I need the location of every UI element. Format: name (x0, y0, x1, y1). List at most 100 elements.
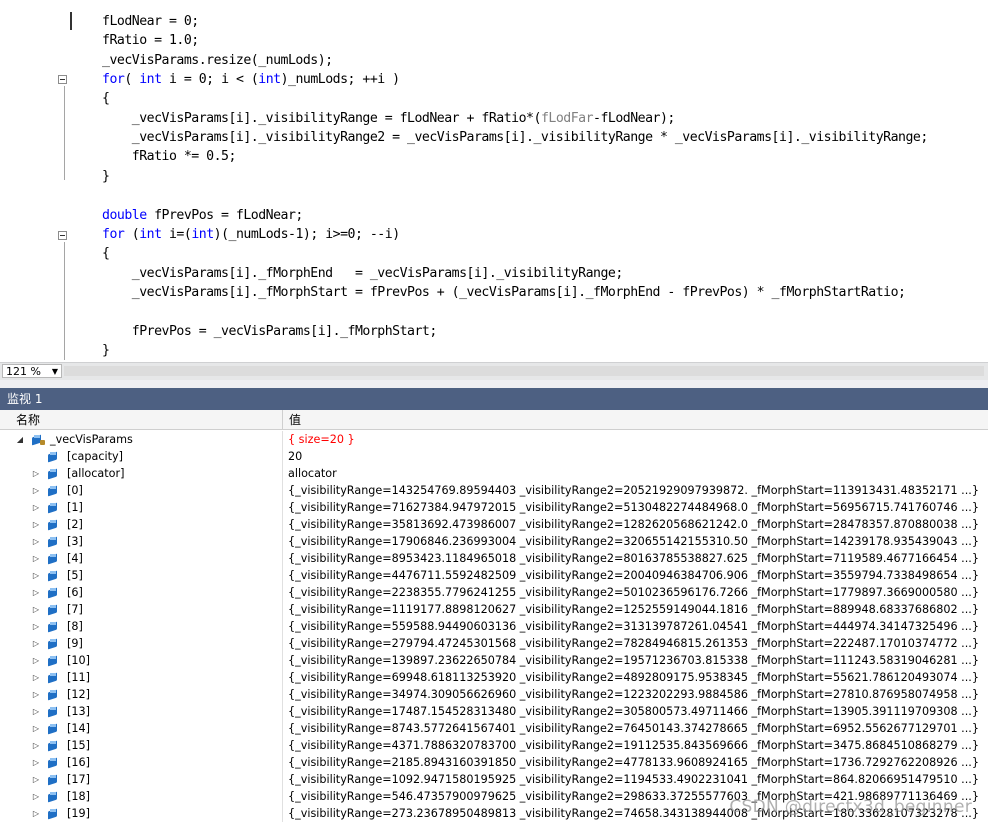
watch-row-element[interactable]: ▷ [0] {_visibilityRange=143254769.89594403… (0, 482, 988, 499)
expand-triangle-icon[interactable]: ▷ (31, 805, 41, 822)
variable-value[interactable]: {_visibilityRange=35813692.473986007 _vi… (288, 516, 988, 533)
expand-triangle-icon[interactable]: ▷ (31, 499, 41, 516)
watch-row-element[interactable]: ▷ [10] {_visibilityRange=139897.2362265078… (0, 652, 988, 669)
code-line[interactable]: for( int i = 0; i < (int)_numLods; ++i ) (102, 70, 400, 89)
code-editor[interactable]: fLodNear = 0; fRatio = 1.0; _vecVisParams.… (0, 0, 988, 362)
collapse-toggle-icon[interactable] (58, 231, 67, 240)
code-line[interactable]: { (102, 89, 110, 108)
watch-row-element[interactable]: ▷ [11] {_visibilityRange=69948.61811325392… (0, 669, 988, 686)
watch-row-element[interactable]: ▷ [13] {_visibilityRange=17487.15452831348… (0, 703, 988, 720)
name-cell: ▷ [11] (0, 669, 283, 686)
watch-row-element[interactable]: ▷ [16] {_visibilityRange=2185.894316039185… (0, 754, 988, 771)
code-line[interactable]: fPrevPos = _vecVisParams[i]._fMorphStart… (102, 322, 438, 341)
expand-triangle-icon[interactable]: ▷ (31, 686, 41, 703)
expand-triangle-icon[interactable]: ▷ (31, 771, 41, 788)
code-line[interactable]: } (102, 341, 110, 360)
variable-value[interactable]: {_visibilityRange=8953423.1184965018 _vi… (288, 550, 988, 567)
variable-value[interactable]: {_visibilityRange=17906846.236993004 _vi… (288, 533, 988, 550)
watch-row-element[interactable]: ▷ [18] {_visibilityRange=546.4735790097962… (0, 788, 988, 805)
column-header-value[interactable]: 值 (283, 410, 988, 430)
expand-triangle-icon[interactable]: ▷ (31, 720, 41, 737)
watch-row-element[interactable]: ▷ [8] {_visibilityRange=559588.94490603136… (0, 618, 988, 635)
watch-row-element[interactable]: ▷ [17] {_visibilityRange=1092.947158019592… (0, 771, 988, 788)
code-line[interactable]: _vecVisParams[i]._visibilityRange = fLod… (102, 109, 676, 128)
variable-value[interactable]: {_visibilityRange=2238355.7796241255 _vi… (288, 584, 988, 601)
expand-triangle-icon[interactable]: ▷ (31, 550, 41, 567)
variable-value[interactable]: {_visibilityRange=8743.5772641567401 _vi… (288, 720, 988, 737)
name-cell: ▷ [15] (0, 737, 283, 754)
variable-value[interactable]: {_visibilityRange=4371.7886320783700 _vi… (288, 737, 988, 754)
expand-triangle-icon[interactable]: ▷ (31, 737, 41, 754)
watch-row-element[interactable]: ▷ [1] {_visibilityRange=71627384.947972015… (0, 499, 988, 516)
code-text: { (102, 246, 110, 262)
expand-triangle-icon[interactable]: ▷ (31, 635, 41, 652)
collapse-toggle-icon[interactable] (58, 75, 67, 84)
variable-value[interactable]: {_visibilityRange=559588.94490603136 _vi… (288, 618, 988, 635)
expand-triangle-icon[interactable]: ▷ (31, 516, 41, 533)
watch-row-root[interactable]: ◢ _vecVisParams { size=20 } (0, 431, 988, 448)
expand-triangle-icon[interactable]: ▷ (31, 601, 41, 618)
panel-splitter[interactable] (0, 380, 988, 388)
variable-value[interactable]: {_visibilityRange=34974.309056626960 _vi… (288, 686, 988, 703)
watch-row-element[interactable]: ▷ [12] {_visibilityRange=34974.30905662696… (0, 686, 988, 703)
watch-row-element[interactable]: ▷ [5] {_visibilityRange=4476711.5592482509… (0, 567, 988, 584)
code-line[interactable]: _vecVisParams[i]._visibilityRange2 = _ve… (102, 128, 929, 147)
code-keyword: double (102, 207, 147, 223)
watch-row-element[interactable]: ▷ [15] {_visibilityRange=4371.788632078370… (0, 737, 988, 754)
expand-triangle-icon[interactable]: ▷ (31, 788, 41, 805)
code-line[interactable]: { (102, 244, 110, 263)
expand-triangle-icon[interactable]: ▷ (31, 754, 41, 771)
watch-row-element[interactable]: ▷ [3] {_visibilityRange=17906846.236993004… (0, 533, 988, 550)
expand-triangle-icon[interactable]: ▷ (31, 584, 41, 601)
code-line[interactable]: _vecVisParams[i]._fMorphStart = fPrevPos… (102, 283, 906, 302)
watch-window-title[interactable]: 监视 1 (0, 388, 988, 410)
code-line[interactable]: } (102, 167, 110, 186)
watch-row-element[interactable]: ▷ [19] {_visibilityRange=273.2367895048981… (0, 805, 988, 822)
variable-value[interactable]: {_visibilityRange=1092.9471580195925 _vi… (288, 771, 988, 788)
variable-value[interactable]: {_visibilityRange=273.23678950489813 _vi… (288, 805, 988, 822)
watch-row-element[interactable]: ▷ [6] {_visibilityRange=2238355.7796241255… (0, 584, 988, 601)
variable-name: [allocator] (67, 467, 125, 480)
variable-value[interactable]: {_visibilityRange=1119177.8898120627 _vi… (288, 601, 988, 618)
variable-value[interactable]: {_visibilityRange=143254769.89594403 _vi… (288, 482, 988, 499)
code-line[interactable]: double fPrevPos = fLodNear; (102, 206, 303, 225)
watch-row-allocator[interactable]: ▷ [allocator] allocator (0, 465, 988, 482)
variable-value[interactable]: allocator (288, 465, 988, 482)
horizontal-scrollbar[interactable] (64, 366, 984, 376)
watch-row-element[interactable]: ▷ [2] {_visibilityRange=35813692.473986007… (0, 516, 988, 533)
expand-triangle-icon[interactable]: ▷ (31, 669, 41, 686)
watch-row-element[interactable]: ▷ [7] {_visibilityRange=1119177.8898120627… (0, 601, 988, 618)
expand-triangle-icon[interactable]: ▷ (31, 652, 41, 669)
code-line[interactable]: for (int i=(int)(_numLods-1); i>=0; --i) (102, 225, 400, 244)
variable-value[interactable]: {_visibilityRange=279794.47245301568 _vi… (288, 635, 988, 652)
variable-value[interactable]: {_visibilityRange=139897.23622650784 _vi… (288, 652, 988, 669)
variable-value[interactable]: {_visibilityRange=2185.8943160391850 _vi… (288, 754, 988, 771)
code-line[interactable]: fRatio = 1.0; (102, 31, 199, 50)
code-text: fPrevPos = _vecVisParams[i]._fMorphStart… (102, 323, 438, 339)
variable-value[interactable]: {_visibilityRange=71627384.947972015 _vi… (288, 499, 988, 516)
expand-triangle-icon[interactable]: ▷ (31, 533, 41, 550)
code-line[interactable]: fRatio *= 0.5; (102, 147, 237, 166)
expand-triangle-icon[interactable]: ▷ (31, 618, 41, 635)
variable-value[interactable]: { size=20 } (288, 431, 988, 448)
code-line[interactable]: _vecVisParams[i]._fMorphEnd = _vecVisPar… (102, 264, 624, 283)
expand-triangle-icon[interactable]: ▷ (31, 465, 41, 482)
name-cell: ▷ [5] (0, 567, 283, 584)
watch-row-element[interactable]: ▷ [4] {_visibilityRange=8953423.1184965018… (0, 550, 988, 567)
zoom-dropdown[interactable]: 121 % ▼ (2, 364, 62, 378)
expand-triangle-icon[interactable]: ▷ (31, 482, 41, 499)
column-header-name[interactable]: 名称 (10, 410, 283, 430)
variable-value[interactable]: 20 (288, 448, 988, 465)
collapse-triangle-icon[interactable]: ◢ (15, 431, 25, 448)
expand-triangle-icon[interactable]: ▷ (31, 567, 41, 584)
code-line[interactable]: _vecVisParams.resize(_numLods); (102, 51, 333, 70)
expand-triangle-icon[interactable]: ▷ (31, 703, 41, 720)
variable-value[interactable]: {_visibilityRange=69948.618113253920 _vi… (288, 669, 988, 686)
variable-value[interactable]: {_visibilityRange=546.47357900979625 _vi… (288, 788, 988, 805)
variable-value[interactable]: {_visibilityRange=17487.154528313480 _vi… (288, 703, 988, 720)
watch-row-element[interactable]: ▷ [14] {_visibilityRange=8743.577264156740… (0, 720, 988, 737)
watch-row-capacity[interactable]: [capacity] 20 (0, 448, 988, 465)
variable-value[interactable]: {_visibilityRange=4476711.5592482509 _vi… (288, 567, 988, 584)
code-line[interactable]: fLodNear = 0; (102, 12, 199, 31)
watch-row-element[interactable]: ▷ [9] {_visibilityRange=279794.47245301568… (0, 635, 988, 652)
